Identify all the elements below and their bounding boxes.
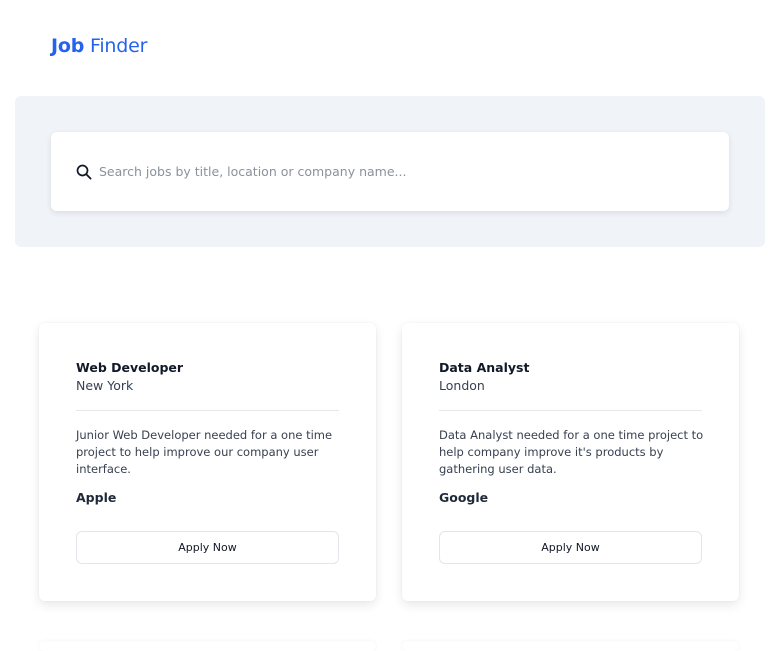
job-card: Data Analyst London Data Analyst needed … (402, 323, 739, 601)
search-box[interactable] (51, 132, 729, 211)
job-card-next-row (39, 641, 376, 651)
job-location: London (439, 378, 485, 393)
apply-now-button[interactable]: Apply Now (439, 531, 702, 564)
job-card: Web Developer New York Junior Web Develo… (39, 323, 376, 601)
divider (76, 410, 339, 411)
divider (439, 410, 702, 411)
job-description: Junior Web Developer needed for a one ti… (76, 428, 333, 476)
job-company: Google (439, 490, 489, 505)
job-description: Data Analyst needed for a one time proje… (439, 428, 704, 476)
logo-bold-text: Job (51, 35, 85, 57)
job-card-next-row (402, 641, 739, 651)
logo-light-text: Finder (89, 35, 148, 57)
search-section (15, 96, 765, 247)
search-input[interactable] (99, 156, 699, 187)
job-company: Apple (76, 490, 117, 505)
job-title: Data Analyst (439, 360, 530, 375)
search-icon (75, 163, 93, 181)
job-location: New York (76, 378, 134, 393)
job-title: Web Developer (76, 360, 184, 375)
apply-now-button[interactable]: Apply Now (76, 531, 339, 564)
app-logo[interactable]: Job Finder (51, 34, 147, 58)
